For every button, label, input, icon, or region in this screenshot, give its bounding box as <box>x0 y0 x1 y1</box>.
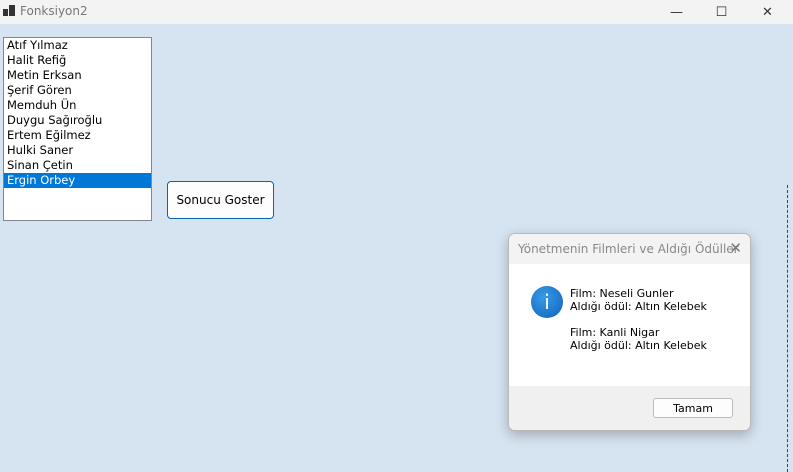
list-item[interactable]: Şerif Gören <box>4 83 151 98</box>
list-item[interactable]: Halit Refiğ <box>4 53 151 68</box>
maximize-button[interactable]: ☐ <box>699 0 744 24</box>
list-item[interactable]: Atıf Yılmaz <box>4 38 151 53</box>
title-bar: Fonksiyon2 — ☐ ✕ <box>0 0 793 24</box>
ok-button[interactable]: Tamam <box>653 398 733 418</box>
message-line: Film: Neseli Gunler <box>570 287 674 300</box>
dialog-message: Film: Neseli Gunler Aldığı ödül: Altın K… <box>570 287 707 352</box>
show-result-button[interactable]: Sonucu Goster <box>167 181 274 219</box>
list-item[interactable]: Hulki Saner <box>4 143 151 158</box>
dashed-border <box>787 185 788 472</box>
message-dialog: Yönetmenin Filmleri ve Aldığı Ödüller ✕ … <box>508 233 751 431</box>
info-icon: i <box>531 286 563 318</box>
close-button[interactable]: ✕ <box>745 0 790 24</box>
message-line: Aldığı ödül: Altın Kelebek <box>570 339 707 352</box>
dialog-close-icon[interactable]: ✕ <box>729 239 742 257</box>
director-listbox[interactable]: Atıf Yılmaz Halit Refiğ Metin Erksan Şerif … <box>3 37 152 221</box>
dialog-title-bar: Yönetmenin Filmleri ve Aldığı Ödüller ✕ <box>509 234 750 264</box>
list-item[interactable]: Ergin Orbey <box>4 173 151 188</box>
message-line <box>570 313 707 326</box>
window-title: Fonksiyon2 <box>20 4 88 18</box>
list-item[interactable]: Ertem Eğilmez <box>4 128 151 143</box>
list-item[interactable]: Metin Erksan <box>4 68 151 83</box>
list-item[interactable]: Duygu Sağıroğlu <box>4 113 151 128</box>
message-line: Film: Kanli Nigar <box>570 326 660 339</box>
minimize-button[interactable]: — <box>654 0 699 24</box>
dialog-footer: Tamam <box>509 386 750 430</box>
dialog-title: Yönetmenin Filmleri ve Aldığı Ödüller <box>518 242 739 256</box>
app-icon <box>3 5 15 17</box>
list-item[interactable]: Sinan Çetin <box>4 158 151 173</box>
message-line: Aldığı ödül: Altın Kelebek <box>570 300 707 313</box>
list-item[interactable]: Memduh Ün <box>4 98 151 113</box>
